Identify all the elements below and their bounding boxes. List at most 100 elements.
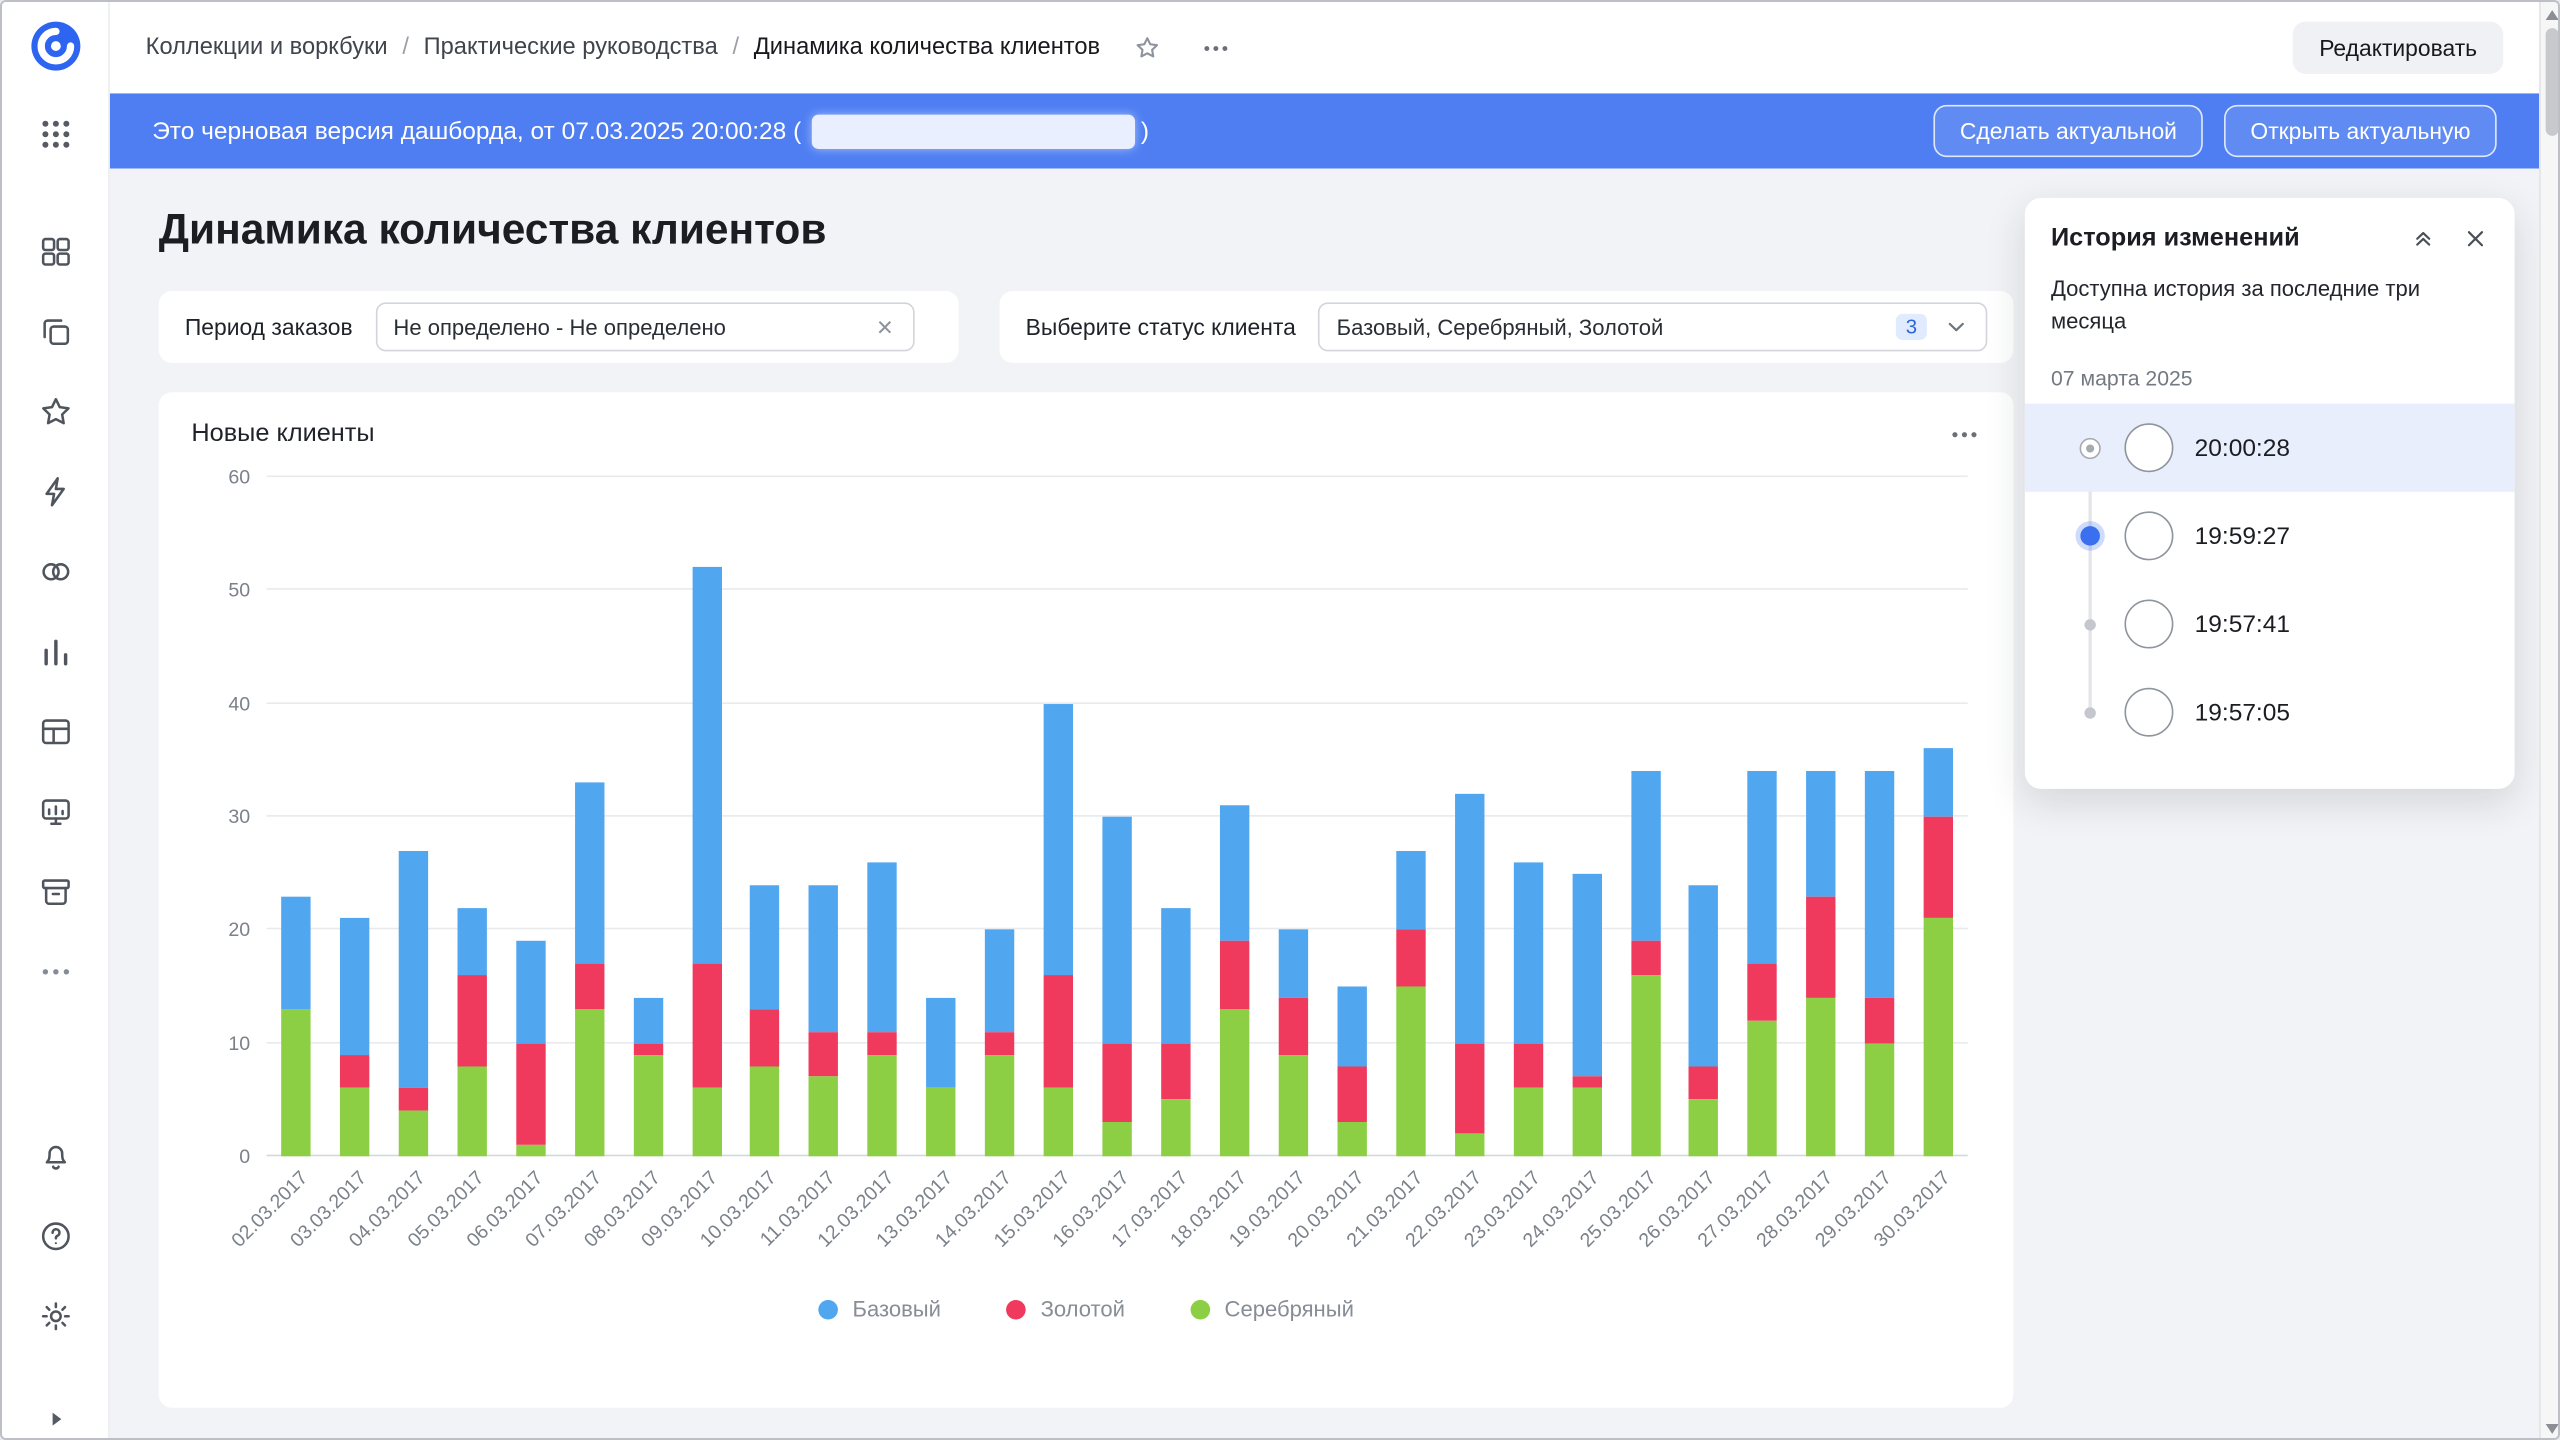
bar-segment-Золотой[interactable] — [633, 1043, 662, 1054]
status-filter-select[interactable]: Базовый, Серебряный, Золотой 3 — [1319, 302, 1988, 351]
page-more-dots-icon[interactable] — [1200, 32, 1231, 63]
bar-segment-Золотой[interactable] — [1161, 1043, 1190, 1100]
close-panel-icon[interactable] — [2462, 226, 2488, 252]
bar-segment-Базовый[interactable] — [633, 998, 662, 1043]
bar-segment-Базовый[interactable] — [751, 885, 780, 1010]
bar-segment-Серебряный[interactable] — [692, 1088, 721, 1156]
bar-04.03.2017[interactable] — [384, 477, 443, 1156]
bar-segment-Базовый[interactable] — [985, 930, 1014, 1032]
bar-14.03.2017[interactable] — [971, 477, 1030, 1156]
bar-segment-Базовый[interactable] — [574, 783, 603, 964]
history-entry[interactable]: 19:57:05 — [2025, 668, 2515, 756]
bar-11.03.2017[interactable] — [795, 477, 854, 1156]
bar-segment-Серебряный[interactable] — [1513, 1088, 1542, 1156]
connections-icon[interactable] — [37, 554, 73, 590]
bar-segment-Базовый[interactable] — [868, 862, 897, 1032]
bar-segment-Золотой[interactable] — [1044, 975, 1073, 1088]
period-filter-input[interactable]: Не определено - Не определено × — [375, 302, 914, 351]
bar-15.03.2017[interactable] — [1029, 477, 1088, 1156]
bar-segment-Серебряный[interactable] — [281, 1009, 310, 1156]
bar-segment-Золотой[interactable] — [1924, 817, 1953, 919]
bar-segment-Золотой[interactable] — [1455, 1043, 1484, 1134]
bar-segment-Базовый[interactable] — [1455, 794, 1484, 1043]
chart-menu-dots-icon[interactable] — [1948, 418, 1981, 451]
bar-segment-Серебряный[interactable] — [633, 1054, 662, 1156]
bar-segment-Серебряный[interactable] — [809, 1077, 838, 1156]
bar-segment-Золотой[interactable] — [1513, 1043, 1542, 1088]
bar-24.03.2017[interactable] — [1557, 477, 1616, 1156]
bar-09.03.2017[interactable] — [677, 477, 736, 1156]
bar-segment-Золотой[interactable] — [1572, 1077, 1601, 1088]
bar-segment-Базовый[interactable] — [1748, 771, 1777, 963]
bar-segment-Серебряный[interactable] — [985, 1054, 1014, 1156]
settings-gear-icon[interactable] — [37, 1298, 73, 1334]
bar-12.03.2017[interactable] — [853, 477, 912, 1156]
vertical-scrollbar[interactable] — [2539, 2, 2560, 1440]
more-dots-icon[interactable] — [37, 954, 73, 990]
bar-segment-Серебряный[interactable] — [1161, 1100, 1190, 1157]
storage-box-icon[interactable] — [37, 874, 73, 910]
bar-segment-Базовый[interactable] — [516, 941, 545, 1043]
bar-segment-Золотой[interactable] — [809, 1032, 838, 1077]
bar-segment-Базовый[interactable] — [1924, 749, 1953, 817]
bar-segment-Базовый[interactable] — [1337, 987, 1366, 1066]
bar-segment-Серебряный[interactable] — [1631, 975, 1660, 1156]
bar-02.03.2017[interactable] — [266, 477, 325, 1156]
bar-segment-Серебряный[interactable] — [1396, 986, 1425, 1156]
bar-segment-Базовый[interactable] — [1513, 862, 1542, 1043]
bar-18.03.2017[interactable] — [1205, 477, 1264, 1156]
bar-segment-Серебряный[interactable] — [1807, 998, 1836, 1156]
collapse-panel-icon[interactable] — [2410, 226, 2436, 252]
bar-segment-Базовый[interactable] — [809, 885, 838, 1032]
bar-05.03.2017[interactable] — [443, 477, 502, 1156]
lightning-icon[interactable] — [37, 474, 73, 510]
bar-segment-Золотой[interactable] — [457, 975, 486, 1066]
bar-segment-Золотой[interactable] — [1631, 941, 1660, 975]
favorites-star-icon[interactable] — [37, 394, 73, 430]
bar-26.03.2017[interactable] — [1675, 477, 1734, 1156]
bar-20.03.2017[interactable] — [1323, 477, 1382, 1156]
bar-25.03.2017[interactable] — [1616, 477, 1675, 1156]
bar-segment-Серебряный[interactable] — [1924, 919, 1953, 1157]
scroll-up-arrow[interactable] — [2545, 10, 2558, 20]
bar-07.03.2017[interactable] — [560, 477, 619, 1156]
bar-22.03.2017[interactable] — [1440, 477, 1499, 1156]
bar-segment-Серебряный[interactable] — [1455, 1134, 1484, 1157]
datalens-logo-icon[interactable] — [27, 18, 83, 74]
favorite-star-icon[interactable] — [1131, 32, 1162, 63]
make-actual-button[interactable]: Сделать актуальной — [1934, 105, 2203, 157]
help-icon[interactable] — [37, 1218, 73, 1254]
bar-segment-Базовый[interactable] — [1161, 907, 1190, 1043]
bar-segment-Базовый[interactable] — [1220, 805, 1249, 941]
bar-segment-Золотой[interactable] — [751, 1009, 780, 1066]
scrollbar-thumb[interactable] — [2545, 28, 2558, 136]
bar-segment-Базовый[interactable] — [927, 998, 956, 1089]
bar-16.03.2017[interactable] — [1088, 477, 1147, 1156]
bar-segment-Серебряный[interactable] — [516, 1145, 545, 1156]
open-actual-button[interactable]: Открыть актуальную — [2224, 105, 2496, 157]
bar-segment-Золотой[interactable] — [1103, 1043, 1132, 1122]
bar-segment-Серебряный[interactable] — [457, 1066, 486, 1157]
dashboards-monitor-icon[interactable] — [37, 794, 73, 830]
timeline-marker-dot[interactable] — [2084, 707, 2095, 718]
bar-segment-Золотой[interactable] — [868, 1032, 897, 1055]
bar-segment-Серебряный[interactable] — [398, 1111, 427, 1156]
notifications-bell-icon[interactable] — [37, 1138, 73, 1174]
bar-segment-Серебряный[interactable] — [1689, 1100, 1718, 1157]
bar-segment-Золотой[interactable] — [574, 964, 603, 1009]
bar-segment-Базовый[interactable] — [692, 568, 721, 964]
bar-21.03.2017[interactable] — [1381, 477, 1440, 1156]
bar-segment-Базовый[interactable] — [1631, 771, 1660, 941]
bar-08.03.2017[interactable] — [619, 477, 678, 1156]
bar-10.03.2017[interactable] — [736, 477, 795, 1156]
bar-segment-Базовый[interactable] — [340, 919, 369, 1055]
history-entry[interactable]: 19:57:41 — [2025, 580, 2515, 668]
collapse-sidebar-icon[interactable] — [39, 1403, 72, 1436]
bar-segment-Базовый[interactable] — [1689, 885, 1718, 1066]
breadcrumb-guides[interactable]: Практические руководства — [424, 35, 718, 61]
bar-30.03.2017[interactable] — [1909, 477, 1968, 1156]
bar-29.03.2017[interactable] — [1851, 477, 1910, 1156]
bar-segment-Золотой[interactable] — [398, 1088, 427, 1111]
bar-segment-Серебряный[interactable] — [1865, 1043, 1894, 1156]
bar-segment-Базовый[interactable] — [1279, 930, 1308, 998]
